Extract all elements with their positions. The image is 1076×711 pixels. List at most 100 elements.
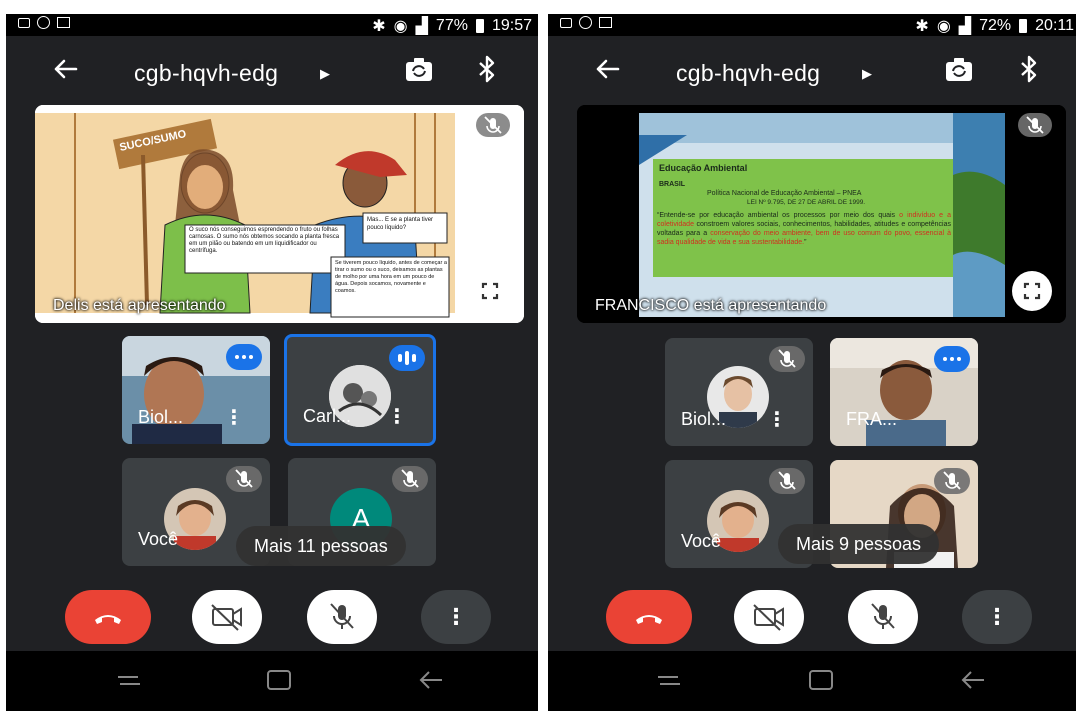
phone-screen-left: ✱ ◉ ▟ 77% 19:57 cgb-hqvh-edg ▶ SUCO/SUMO…: [6, 14, 538, 711]
comic-bubble-3: Se tiverem pouco líquido, antes de começ…: [335, 260, 447, 294]
more-vert-icon[interactable]: ⋮: [224, 405, 244, 430]
camera-toggle-button[interactable]: [734, 590, 804, 644]
recents-icon[interactable]: [654, 667, 684, 693]
mic-off-icon: [401, 469, 419, 488]
battery-percent: 72%: [979, 17, 1012, 34]
end-call-icon: [636, 615, 662, 624]
mic-off-icon: [235, 469, 253, 488]
end-call-button[interactable]: [65, 590, 151, 644]
signal-icon: ▟: [958, 18, 972, 35]
notification-icons: [18, 16, 70, 29]
home-icon[interactable]: [806, 667, 836, 693]
back-arrow-icon[interactable]: [50, 54, 80, 84]
more-vert-icon[interactable]: ⋮: [387, 404, 407, 429]
nav-back-icon[interactable]: [958, 667, 988, 693]
more-participants-button[interactable]: Mais 11 pessoas: [236, 526, 406, 566]
mic-toggle-button[interactable]: [848, 590, 918, 644]
speaking-indicator: [389, 345, 425, 371]
fullscreen-button[interactable]: [470, 271, 510, 311]
presenter-mic-off-badge: [476, 113, 510, 137]
participant-name: FRA...: [846, 409, 898, 429]
switch-camera-icon[interactable]: [404, 56, 434, 84]
clock: 20:11: [1035, 17, 1074, 34]
more-participants-button[interactable]: Mais 9 pessoas: [778, 524, 940, 564]
presenter-mic-off-badge: [1018, 113, 1052, 137]
end-call-icon: [95, 615, 121, 624]
cast-icon: [18, 17, 30, 28]
meeting-app-bar: cgb-hqvh-edg ▶: [548, 36, 1076, 106]
battery-icon: [1019, 19, 1028, 33]
status-bar: ✱ ◉ ▟ 77% 19:57: [6, 14, 538, 36]
slide-policy: Política Nacional de Educação Ambiental …: [707, 190, 862, 197]
camera-off-icon: [753, 604, 784, 631]
recents-icon[interactable]: [114, 667, 144, 693]
mic-off-icon: [778, 349, 796, 368]
battery-percent: 77%: [435, 17, 468, 34]
camera-off-icon: [211, 604, 242, 631]
mic-off-icon: [484, 116, 502, 134]
slide-quote-part-1: “Entende-se por educação ambiental os pr…: [657, 212, 896, 219]
whatsapp-icon: [579, 16, 592, 29]
clock: 19:57: [491, 17, 532, 34]
comic-bubble-2: Mas... E se a planta tiver pouco líquido…: [367, 217, 434, 231]
notification-icons: [560, 16, 612, 29]
slide-quote: “Entende-se por educação ambiental os pr…: [657, 211, 951, 247]
speaking-indicator: [934, 346, 970, 372]
comic-slide: [35, 105, 524, 323]
more-options-button[interactable]: ⋮: [421, 590, 491, 644]
participant-tile-active[interactable]: Carl... ⋮: [284, 334, 436, 446]
meeting-app-bar: cgb-hqvh-edg ▶: [6, 36, 538, 106]
end-call-button[interactable]: [606, 590, 692, 644]
slide-heading: Educação Ambiental: [659, 163, 748, 173]
mic-off-badge: [769, 468, 805, 494]
cast-icon: [560, 17, 572, 28]
battery-icon: [475, 19, 484, 33]
participant-name: Biol...: [138, 407, 184, 427]
mic-off-badge: [769, 346, 805, 372]
participant-name: Você: [138, 529, 179, 549]
android-nav-bar: [548, 651, 1076, 711]
participant-tile[interactable]: Biol... ⋮: [122, 336, 270, 444]
slide-country: BRASIL: [659, 181, 686, 188]
mic-off-icon: [871, 603, 895, 629]
slide-law: LEI Nº 9.795, DE 27 DE ABRIL DE 1999.: [747, 199, 866, 206]
wifi-icon: ◉: [936, 18, 951, 35]
meeting-code[interactable]: cgb-hqvh-edg: [134, 60, 278, 87]
camera-toggle-button[interactable]: [192, 590, 262, 644]
mic-off-badge: [226, 466, 262, 492]
more-options-button[interactable]: ⋮: [962, 590, 1032, 644]
phone-screen-right: ✱ ◉ ▟ 72% 20:11 cgb-hqvh-edg ▶ Educação …: [548, 14, 1076, 711]
mic-off-icon: [1026, 116, 1044, 134]
comic-bubble-1: O suco nós conseguimos esprendendo o fru…: [189, 227, 340, 254]
nav-back-icon[interactable]: [416, 667, 446, 693]
presentation-view[interactable]: SUCO/SUMO O suco nós conseguimos esprend…: [35, 105, 524, 323]
bluetooth-icon[interactable]: [1018, 54, 1040, 84]
bluetooth-status-icon: ✱: [372, 18, 386, 35]
bluetooth-icon[interactable]: [476, 54, 498, 84]
more-vert-icon: ⋮: [445, 604, 467, 629]
presenter-label: FRANCISCO está apresentando: [595, 297, 827, 314]
gallery-icon: [599, 17, 612, 28]
participant-tile[interactable]: Biol... ⋮: [665, 338, 813, 446]
back-arrow-icon[interactable]: [592, 54, 622, 84]
system-icons: ✱ ◉ ▟ 77% 19:57: [372, 16, 532, 36]
mic-toggle-button[interactable]: [307, 590, 377, 644]
fullscreen-button[interactable]: [1012, 271, 1052, 311]
caret-right-icon[interactable]: ▶: [320, 66, 330, 82]
whatsapp-icon: [37, 16, 50, 29]
participant-name: Carl...: [303, 406, 352, 426]
bluetooth-status-icon: ✱: [915, 18, 929, 35]
presentation-view[interactable]: Educação Ambiental BRASIL Política Nacio…: [577, 105, 1066, 323]
meeting-code[interactable]: cgb-hqvh-edg: [676, 60, 820, 87]
home-icon[interactable]: [264, 667, 294, 693]
participant-tile[interactable]: FRA...: [830, 338, 978, 446]
wifi-icon: ◉: [393, 18, 408, 35]
system-icons: ✱ ◉ ▟ 72% 20:11: [915, 16, 1074, 36]
gallery-icon: [57, 17, 70, 28]
mic-off-icon: [778, 471, 796, 490]
more-vert-icon[interactable]: ⋮: [767, 407, 787, 432]
switch-camera-icon[interactable]: [944, 56, 974, 84]
caret-right-icon[interactable]: ▶: [862, 66, 872, 82]
participant-name: Biol...: [681, 409, 727, 429]
fullscreen-icon: [481, 282, 499, 300]
